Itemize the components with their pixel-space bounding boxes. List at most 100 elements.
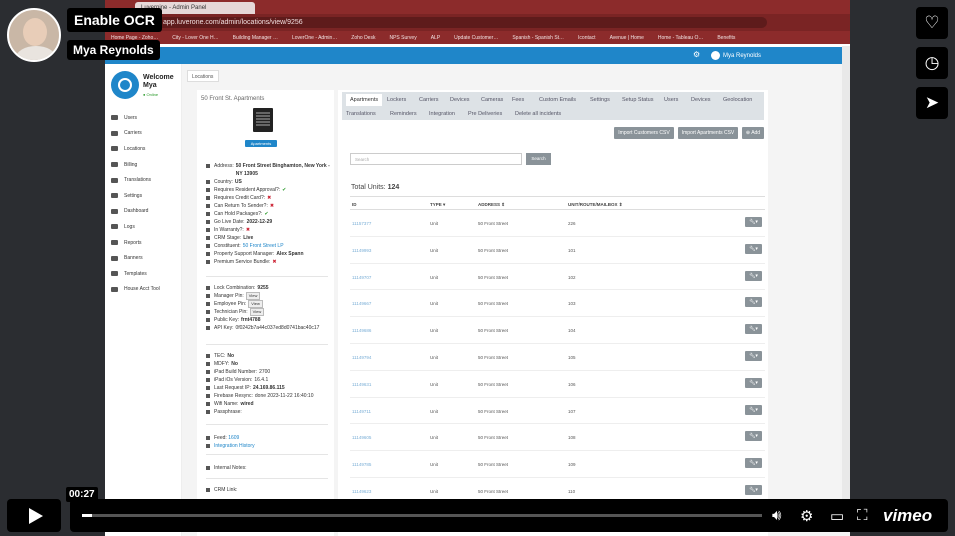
ocr-label[interactable]: Enable OCR <box>67 8 162 32</box>
search-button[interactable]: Search <box>526 153 551 165</box>
bookmark[interactable]: Avenue | Home <box>610 35 644 41</box>
progress-bar[interactable] <box>82 514 762 517</box>
page-scrollbar[interactable] <box>842 46 850 516</box>
cell-id[interactable]: 11149711 <box>352 409 371 414</box>
bookmark[interactable]: NPS Survey <box>389 35 416 41</box>
tab-delete-all-incidents[interactable]: Delete all incidents <box>515 111 561 117</box>
cell-id[interactable]: 11149686 <box>352 328 371 333</box>
sidebar-item-reports[interactable]: Reports <box>111 235 181 251</box>
col-type[interactable]: TYPE ▾ <box>430 202 445 208</box>
bookmark[interactable]: Benefits <box>717 35 735 41</box>
wrench-icon[interactable]: 🔧︎▾ <box>745 485 762 495</box>
detail-icon <box>206 260 210 264</box>
cell-id[interactable]: 11157377 <box>352 221 371 226</box>
detail-value[interactable]: View <box>245 292 261 300</box>
tab-cameras[interactable]: Cameras <box>481 97 503 103</box>
sidebar-item-locations[interactable]: Locations <box>111 141 181 157</box>
wrench-icon[interactable]: 🔧︎▾ <box>745 377 762 388</box>
wrench-icon[interactable]: 🔧︎▾ <box>745 324 762 335</box>
cell-address: 50 Front Street <box>478 301 509 307</box>
col-address[interactable]: ADDRESS ⇕ <box>478 202 505 208</box>
detail-value: No <box>227 353 235 359</box>
sidebar-item-translations[interactable]: Translations <box>111 172 181 188</box>
play-button[interactable] <box>7 499 61 532</box>
clock-icon[interactable]: ◷ <box>916 47 948 79</box>
tab-geolocation[interactable]: Geolocation <box>723 97 752 103</box>
tab-translations[interactable]: Translations <box>346 111 376 117</box>
tab-locations[interactable]: Locations <box>187 70 219 82</box>
detail-value[interactable]: View <box>248 300 263 308</box>
cell-id[interactable]: 11149631 <box>352 382 371 387</box>
tab-fees[interactable]: Fees <box>512 97 524 103</box>
tab-apartments[interactable]: Apartments <box>346 94 383 106</box>
sidebar-item-banners[interactable]: Banners <box>111 250 181 266</box>
header-user[interactable]: Mya Reynolds <box>711 51 761 60</box>
heart-icon[interactable]: ♡ <box>916 7 948 39</box>
wrench-icon[interactable]: 🔧︎▾ <box>745 404 762 415</box>
wrench-icon[interactable]: 🔧︎▾ <box>745 297 762 308</box>
cell-id[interactable]: 11149785 <box>352 462 371 467</box>
detail-icon <box>206 386 210 390</box>
import-apartments-button[interactable]: Import Apartments CSV <box>678 127 738 139</box>
pip-icon[interactable]: ▭ <box>830 507 844 525</box>
sidebar-item-users[interactable]: Users <box>111 110 181 126</box>
tab-integration[interactable]: Integration <box>429 111 455 117</box>
tab-custom-emails[interactable]: Custom Emails <box>539 97 576 103</box>
cell-id[interactable]: 11149993 <box>352 248 371 253</box>
col-id[interactable]: ID <box>352 202 357 207</box>
bookmark[interactable]: ALP <box>431 35 440 41</box>
gear-icon[interactable]: ⚙ <box>693 50 700 59</box>
send-icon[interactable]: ➤ <box>916 87 948 119</box>
sidebar-item-logs[interactable]: Logs <box>111 219 181 235</box>
wrench-icon[interactable]: 🔧︎▾ <box>745 217 762 227</box>
tab-setup-status[interactable]: Setup Status <box>622 97 654 103</box>
wrench-icon[interactable]: 🔧︎▾ <box>745 270 762 281</box>
detail-value: done 2023-11-22 16:40:10 <box>254 393 314 399</box>
sidebar-item-settings[interactable]: Settings <box>111 188 181 204</box>
bookmark[interactable]: City - Lover One H… <box>172 35 218 41</box>
bookmark[interactable]: Zoho Desk <box>351 35 375 41</box>
bookmark[interactable]: Spanish - Spanish St… <box>512 35 564 41</box>
cell-unit: 110 <box>568 489 576 494</box>
bookmark[interactable]: Update Customer… <box>454 35 498 41</box>
wrench-icon[interactable]: 🔧︎▾ <box>745 351 762 361</box>
feed-link[interactable]: 1609 <box>228 434 239 442</box>
detail-value[interactable]: 50 Front Street LP <box>243 242 284 250</box>
cell-id[interactable]: 11149707 <box>352 275 371 280</box>
url-input[interactable]: app.luverone.com/admin/locations/view/92… <box>155 17 767 28</box>
tab-carriers[interactable]: Carriers <box>419 97 439 103</box>
col-unit[interactable]: UNIT/ROUTE/MAILBOX ⇕ <box>568 202 623 208</box>
tab-settings[interactable]: Settings <box>590 97 610 103</box>
wrench-icon[interactable]: 🔧︎▾ <box>745 458 762 469</box>
detail-row: Passphrase: <box>206 408 331 416</box>
integration-history-link[interactable]: Integration History <box>214 442 255 450</box>
fullscreen-icon[interactable]: ⛶ <box>857 507 868 524</box>
search-input[interactable]: Search <box>350 153 522 165</box>
tab-lockers[interactable]: Lockers <box>387 97 406 103</box>
sidebar-item-house-acct-tool[interactable]: House Acct Tool <box>111 282 181 298</box>
tab-users[interactable]: Users <box>664 97 678 103</box>
bookmark[interactable]: Building Manager … <box>233 35 278 41</box>
wrench-icon[interactable]: 🔧︎▾ <box>745 431 762 442</box>
wrench-icon[interactable]: 🔧︎▾ <box>745 243 762 254</box>
tab-reminders[interactable]: Reminders <box>390 111 417 117</box>
add-button[interactable]: ⊕ Add <box>742 127 764 139</box>
bookmark[interactable]: Icontact <box>578 35 596 41</box>
sidebar-item-billing[interactable]: Billing <box>111 157 181 173</box>
cell-id[interactable]: 11149623 <box>352 489 371 494</box>
sidebar-item-carriers[interactable]: Carriers <box>111 126 181 142</box>
cell-id[interactable]: 11149794 <box>352 355 371 360</box>
sidebar-item-dashboard[interactable]: Dashboard <box>111 204 181 220</box>
sidebar-item-templates[interactable]: Templates <box>111 266 181 282</box>
import-customers-button[interactable]: Import Customers CSV <box>614 127 674 139</box>
bookmark[interactable]: LoverOne - Admin… <box>292 35 337 41</box>
bookmark[interactable]: Home - Tableau O… <box>658 35 703 41</box>
tab-devices[interactable]: Devices <box>691 97 711 103</box>
detail-value[interactable]: View <box>249 308 265 316</box>
volume-icon[interactable]: 🔊︎ <box>772 507 781 524</box>
settings-icon[interactable]: ⚙ <box>800 507 813 525</box>
cell-id[interactable]: 11149605 <box>352 435 371 440</box>
tab-pre-deliveries[interactable]: Pre Deliveries <box>468 111 502 117</box>
tab-devices[interactable]: Devices <box>450 97 470 103</box>
cell-id[interactable]: 11149667 <box>352 301 371 306</box>
